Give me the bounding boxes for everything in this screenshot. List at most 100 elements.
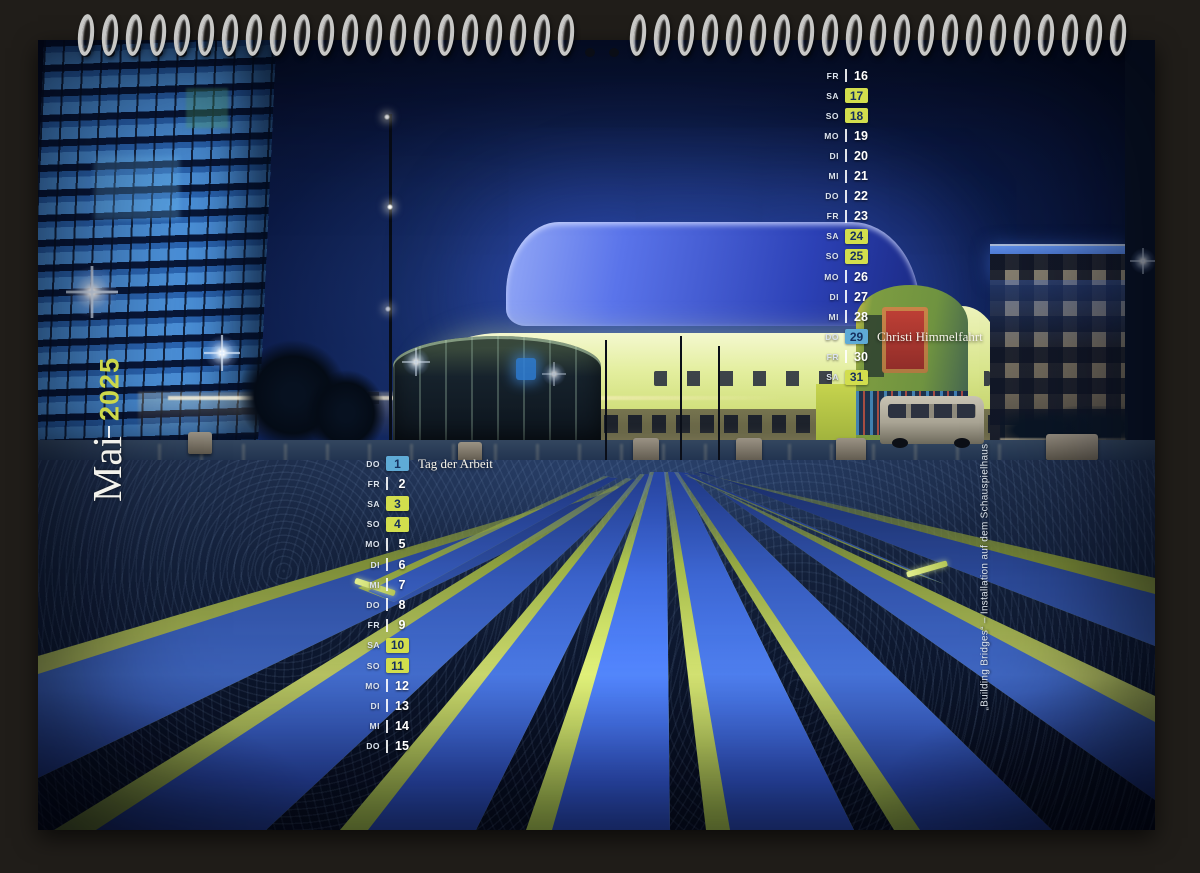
calendar-day-row: DI 27 [819,289,870,305]
binding-ring [940,13,960,56]
binding-ring [772,13,792,56]
day-highlight: 31 [845,370,868,385]
calendar-day-row: MI 28 [819,309,870,325]
binding-ring [484,13,504,56]
calendar-day-row: DO 22 [819,188,870,204]
day-number: 20 [852,149,870,163]
binding-ring [172,13,192,56]
day-highlight: 18 [845,108,868,123]
weekday-label: SA [819,231,839,241]
binding-ring [1060,13,1080,56]
binding-ring [316,13,336,56]
calendar-day-row: DI 20 [819,148,870,164]
day-separator [845,350,847,363]
binding-ring [124,13,144,56]
day-number: 22 [852,189,870,203]
weekday-label: SO [819,251,839,261]
binding-ring [796,13,816,56]
calendar-day-row: SA 31 [819,369,868,385]
binding-ring [532,13,552,56]
day-highlight: 24 [845,229,868,244]
weekday-label: DI [819,151,839,161]
day-highlight: 29 [845,329,868,344]
spiral-binding [0,0,1200,90]
day-number: 27 [852,290,870,304]
weekday-label: MO [819,131,839,141]
day-separator [845,190,847,203]
binding-ring [820,13,840,56]
day-number: 23 [852,209,870,223]
day-separator [845,170,847,183]
binding-ring [148,13,168,56]
binding-ring [436,13,456,56]
day-separator [845,290,847,303]
weekday-label: FR [819,352,839,362]
calendar-day-row: MO 26 [819,269,870,285]
binding-ring [724,13,744,56]
weekday-label: DO [819,191,839,201]
calendar-day-row: SA 24 [819,228,868,244]
binding-ring [556,13,576,56]
day-highlight: 17 [845,88,868,103]
weekday-label: DI [819,292,839,302]
day-highlight: 25 [845,249,868,264]
binding-ring [220,13,240,56]
binding-ring [364,13,384,56]
day-separator [845,210,847,223]
day-number: 21 [852,169,870,183]
binding-ring [1012,13,1032,56]
weekday-label: SA [819,372,839,382]
day-number: 26 [852,270,870,284]
binding-ring [508,13,528,56]
binding-ring [340,13,360,56]
calendar-day-row: FR 23 [819,208,870,224]
binding-ring [988,13,1008,56]
day-separator [845,270,847,283]
binding-ring [676,13,696,56]
weekday-label: SA [819,91,839,101]
day-separator [845,149,847,162]
binding-ring [292,13,312,56]
binding-ring [76,13,96,56]
binding-ring [868,13,888,56]
binding-ring [244,13,264,56]
right-date-column: FR16SA17SO18MO19DI20MI21DO22FR23SA24SO25… [38,40,1155,830]
day-separator [845,310,847,323]
binding-ring [892,13,912,56]
day-number: 30 [852,350,870,364]
binding-ring [964,13,984,56]
calendar-day-row: MO 19 [819,128,870,144]
weekday-label: DO [819,332,839,342]
binding-ring [748,13,768,56]
day-number: 19 [852,129,870,143]
weekday-label: SO [819,111,839,121]
binding-ring [628,13,648,56]
binding-ring [1036,13,1056,56]
weekday-label: MI [819,312,839,322]
calendar-day-row: SO 25 [819,248,868,264]
weekday-label: MI [819,171,839,181]
binding-ring [388,13,408,56]
binding-ring [100,13,120,56]
binding-ring [412,13,432,56]
day-separator [845,129,847,142]
day-number: 28 [852,310,870,324]
calendar-overlay: 2025 Mai „Building Bridges“ – Installati… [38,40,1155,830]
holiday-label: Christi Himmelfahrt [877,329,983,345]
calendar-day-row: DO 29 Christi Himmelfahrt [819,329,983,345]
binding-ring [1108,13,1128,56]
calendar-day-row: FR 30 [819,349,870,365]
weekday-label: MO [819,272,839,282]
binding-ring [1084,13,1104,56]
binding-ring [916,13,936,56]
calendar-page: 2025 Mai „Building Bridges“ – Installati… [38,40,1155,830]
binding-ring [700,13,720,56]
binding-ring [844,13,864,56]
calendar-day-row: SO 18 [819,108,868,124]
calendar-day-row: MI 21 [819,168,870,184]
weekday-label: FR [819,211,839,221]
binding-ring [652,13,672,56]
binding-ring [196,13,216,56]
binding-ring [460,13,480,56]
binding-ring [268,13,288,56]
